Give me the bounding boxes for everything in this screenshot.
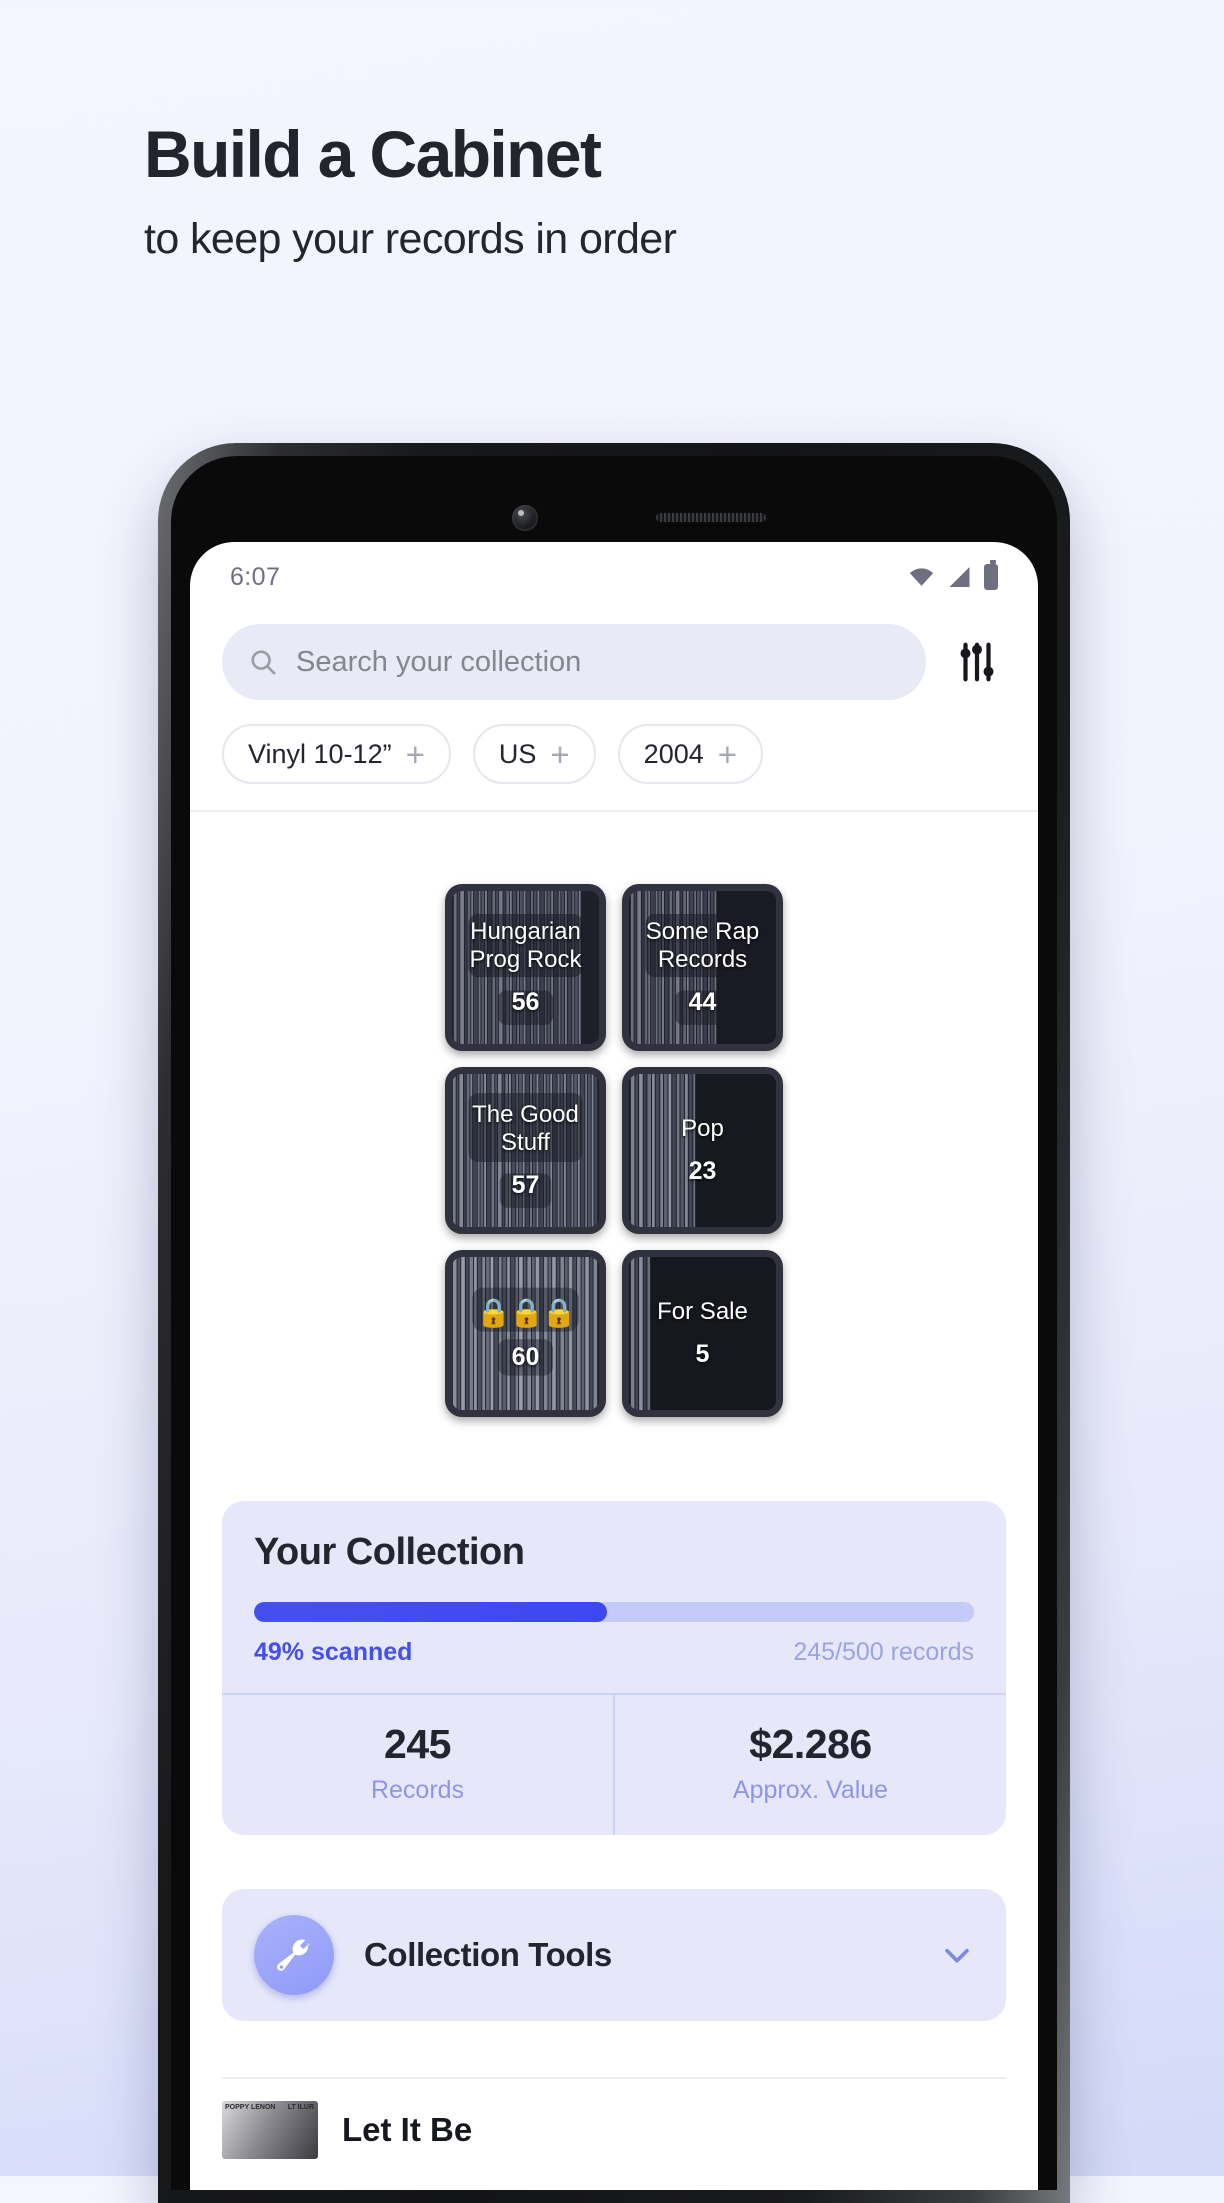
plus-icon: + — [405, 735, 425, 773]
record-list-item[interactable]: POPPY LENON LT ILUR Let It Be — [190, 2079, 1038, 2159]
cabinet-title: The Good Stuff — [472, 1100, 579, 1156]
filter-chip-2004[interactable]: 2004 + — [617, 724, 764, 784]
cabinet-card[interactable]: Some Rap Records 44 — [622, 884, 783, 1051]
scan-progress-fill — [254, 1602, 607, 1622]
cabinet-emoji: 🔒🔒🔒 — [476, 1296, 577, 1328]
filter-chip-vinyl[interactable]: Vinyl 10-12” + — [222, 724, 451, 784]
cabinet-title: Pop — [681, 1114, 724, 1142]
stat-records: 245 Records — [222, 1695, 613, 1835]
status-icons — [908, 560, 998, 590]
cabinet-count: 57 — [511, 1171, 540, 1200]
filter-chip-us[interactable]: US + — [472, 724, 596, 784]
cabinet-card-face: For Sale 5 — [629, 1257, 776, 1410]
album-thumbnail: POPPY LENON LT ILUR — [222, 2101, 318, 2159]
progress-labels: 49% scanned 245/500 records — [254, 1638, 974, 1667]
cabinet-card-face: The Good Stuff 57 — [452, 1074, 599, 1227]
cabinet-grid: Hungarian Prog Rock 56 Some Rap Records … — [445, 884, 783, 1417]
chip-label: Vinyl 10-12” — [248, 738, 392, 769]
phone-top-hardware — [484, 503, 766, 533]
records-count-label: 245/500 records — [793, 1638, 974, 1666]
collection-panel: Your Collection 49% scanned 245/500 reco… — [222, 1501, 1006, 1835]
page-title: Build a Cabinet — [144, 117, 602, 191]
cabinet-title: For Sale — [657, 1297, 748, 1325]
cabinet-card[interactable]: The Good Stuff 57 — [445, 1067, 606, 1234]
thumb-text-right: LT ILUR — [287, 2104, 314, 2111]
collection-progress-section: Your Collection 49% scanned 245/500 reco… — [222, 1501, 1006, 1693]
hero-section: Build a Cabinet to keep your records in … — [144, 117, 1124, 265]
plus-icon: + — [550, 735, 570, 773]
page-subtitle: to keep your records in order — [144, 215, 677, 264]
chip-label: 2004 — [643, 738, 704, 769]
filter-chip-row: Vinyl 10-12” + US + 2004 + — [190, 700, 1038, 784]
vinyl-spines-texture — [629, 1074, 776, 1227]
cabinet-count: 60 — [511, 1342, 540, 1371]
scan-progress-bar — [254, 1602, 974, 1622]
cabinet-card-face: 🔒🔒🔒 60 — [452, 1257, 599, 1410]
vinyl-spines-texture — [629, 1257, 776, 1410]
battery-icon — [984, 560, 998, 590]
phone-bezel: 6:07 Search your collection Vinyl 10-12”… — [171, 456, 1057, 2190]
divider — [190, 810, 1038, 812]
search-row: Search your collection — [190, 608, 1038, 700]
front-camera-icon — [512, 505, 538, 531]
cabinet-title: Hungarian Prog Rock — [469, 917, 582, 973]
stat-approx-value: $2.286 Approx. Value — [613, 1695, 1006, 1835]
cabinet-card[interactable]: Hungarian Prog Rock 56 — [445, 884, 606, 1051]
cabinet-count: 23 — [688, 1157, 717, 1186]
cabinet-card-face: Some Rap Records 44 — [629, 891, 776, 1044]
cabinet-card[interactable]: Pop 23 — [622, 1067, 783, 1234]
stat-label: Records — [370, 1776, 465, 1804]
cabinet-count: 5 — [695, 1340, 710, 1369]
cabinet-card-face: Pop 23 — [629, 1074, 776, 1227]
cabinet-card[interactable]: For Sale 5 — [622, 1250, 783, 1417]
phone-mockup: 6:07 Search your collection Vinyl 10-12”… — [158, 443, 1070, 2203]
status-time: 6:07 — [230, 562, 281, 591]
wifi-icon — [909, 568, 934, 586]
thumb-text-left: POPPY LENON — [225, 2104, 276, 2111]
plus-icon: + — [717, 735, 738, 773]
collection-tools-label: Collection Tools — [364, 1936, 612, 1973]
scanned-percent-label: 49% scanned — [254, 1638, 413, 1666]
search-placeholder: Search your collection — [296, 645, 582, 678]
record-title: Let It Be — [342, 2111, 473, 2148]
cellular-signal-icon — [949, 567, 970, 587]
filter-button[interactable] — [948, 633, 1006, 691]
collection-tools-row[interactable]: Collection Tools — [222, 1889, 1006, 2021]
stat-value: $2.286 — [749, 1721, 872, 1767]
collection-stats: 245 Records $2.286 Approx. Value — [222, 1693, 1006, 1835]
collection-title: Your Collection — [254, 1531, 525, 1573]
cabinet-count: 44 — [688, 988, 717, 1017]
cabinet-title: Some Rap Records — [645, 917, 760, 973]
chip-label: US — [498, 738, 537, 769]
status-bar: 6:07 — [190, 542, 1038, 608]
cabinet-card[interactable]: 🔒🔒🔒 60 — [445, 1250, 606, 1417]
earpiece-speaker — [656, 513, 766, 522]
vinyl-spines-texture — [452, 1257, 599, 1410]
chevron-down-icon[interactable] — [940, 1938, 974, 1972]
stat-label: Approx. Value — [732, 1776, 889, 1804]
sliders-filter-icon — [960, 642, 994, 682]
cabinet-card-face: Hungarian Prog Rock 56 — [452, 891, 599, 1044]
phone-screen: 6:07 Search your collection Vinyl 10-12”… — [190, 542, 1038, 2190]
cabinet-count: 56 — [511, 988, 540, 1017]
search-icon — [251, 650, 276, 675]
search-input[interactable]: Search your collection — [222, 624, 926, 700]
stat-value: 245 — [384, 1721, 451, 1767]
wrench-icon — [254, 1915, 334, 1995]
